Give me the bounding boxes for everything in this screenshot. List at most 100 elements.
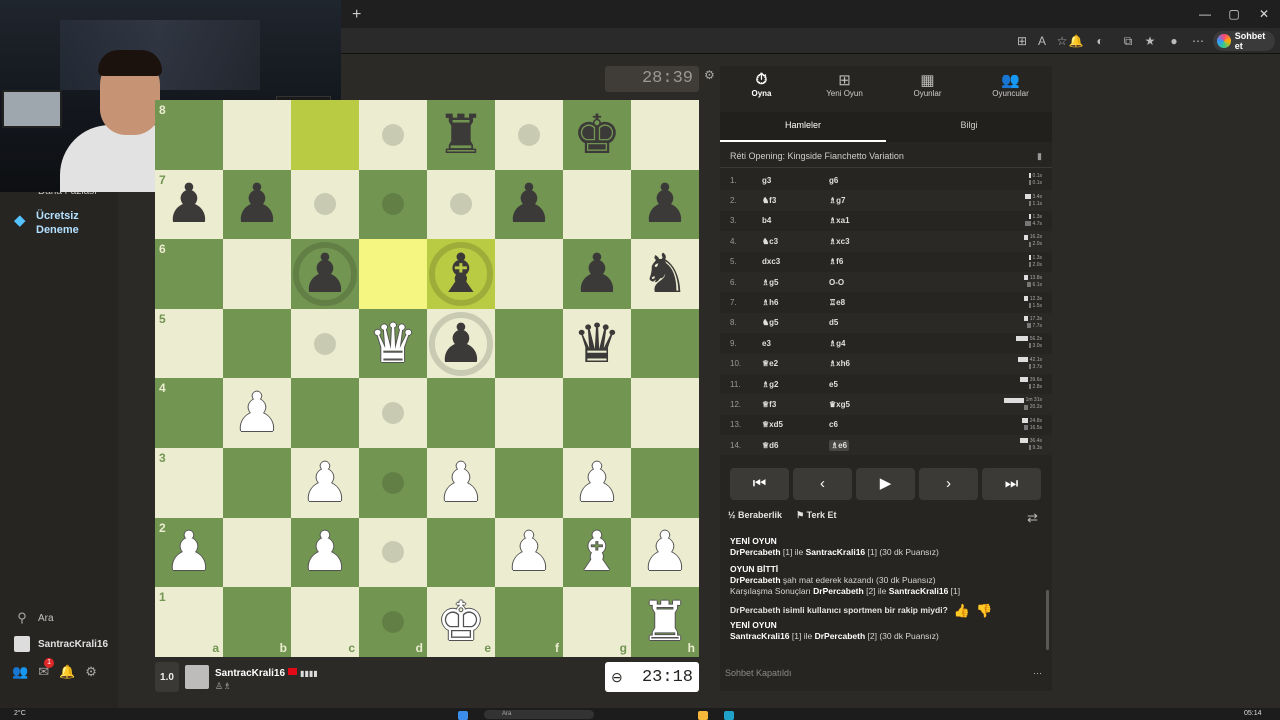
black-move[interactable]: c6 [829, 420, 896, 429]
square-e3[interactable]: ♟ [427, 447, 495, 518]
square-g2[interactable]: ♝ [563, 517, 631, 588]
free-trial-link[interactable]: ◆ Ücretsiz Deneme [14, 209, 114, 241]
close-window-icon[interactable]: ✕ [1255, 6, 1273, 22]
messages-icon[interactable]: ✉ 1 [38, 658, 55, 684]
white-pawn-piece[interactable]: ♟ [165, 525, 213, 579]
chat-user[interactable]: DrPercabeth [730, 547, 781, 557]
extension-icon[interactable]: ◐ [1092, 33, 1108, 49]
black-move[interactable]: O-O [829, 278, 896, 287]
thumbs-down-icon[interactable]: 👎 [976, 604, 992, 617]
white-move[interactable]: ♗g2 [762, 380, 829, 389]
white-bishop-piece[interactable]: ♝ [573, 525, 621, 579]
white-move[interactable]: g3 [762, 176, 829, 185]
square-d4[interactable] [359, 378, 427, 448]
square-c5[interactable] [291, 308, 359, 379]
square-e8[interactable]: ♜ [427, 100, 495, 170]
square-h7[interactable]: ♟ [631, 169, 699, 240]
square-b6[interactable] [223, 239, 291, 309]
chat-input[interactable]: Sohbet Kapatıldı ⋯ [720, 668, 1052, 688]
split-screen-icon[interactable]: ⧉ [1120, 33, 1136, 49]
square-g5[interactable]: ♛ [563, 308, 631, 379]
black-pawn-piece[interactable]: ♟ [573, 246, 621, 301]
square-c6[interactable]: ♟ [291, 239, 359, 309]
square-d1[interactable]: d [359, 587, 427, 657]
taskbar-search[interactable]: Ara [484, 710, 594, 719]
black-king-piece[interactable]: ♚ [573, 107, 621, 162]
chat-scrollbar[interactable] [1046, 590, 1049, 650]
profile-icon[interactable]: ● [1166, 33, 1182, 49]
black-move[interactable]: ♗xh6 [829, 359, 896, 368]
square-e1[interactable]: e ♚ [427, 587, 495, 657]
draw-button[interactable]: ½ Beraberlik [728, 510, 782, 526]
white-move[interactable]: ♞g5 [762, 318, 829, 327]
white-pawn-piece[interactable]: ♟ [301, 455, 349, 510]
square-e2[interactable] [427, 517, 495, 588]
tab-info[interactable]: Bilgi [886, 112, 1052, 142]
black-move[interactable]: ♗g4 [829, 339, 896, 348]
square-h3[interactable] [631, 447, 699, 518]
square-h6[interactable]: ♞ [631, 239, 699, 309]
previous-move-button[interactable]: ‹ [793, 468, 852, 500]
square-a4[interactable]: 4 [155, 378, 223, 448]
black-knight-piece[interactable]: ♞ [641, 246, 689, 301]
white-move[interactable]: ♞c3 [762, 237, 829, 246]
square-b7[interactable]: ♟ [223, 169, 291, 240]
black-move[interactable]: ♗g7 [829, 196, 896, 205]
notifications-icon[interactable]: 🔔 [59, 664, 75, 684]
black-pawn-piece[interactable]: ♟ [505, 177, 553, 231]
square-b3[interactable] [223, 447, 291, 518]
square-e7[interactable] [427, 169, 495, 240]
thumbs-up-icon[interactable]: 👍 [954, 604, 970, 617]
square-g3[interactable]: ♟ [563, 447, 631, 518]
tab-moves[interactable]: Hamleler [720, 112, 886, 142]
black-move[interactable]: ♛xg5 [829, 400, 896, 409]
chat-user[interactable]: SantracKrali16 [806, 547, 866, 557]
square-c7[interactable] [291, 169, 359, 240]
white-move[interactable]: ♕f3 [762, 400, 829, 409]
square-f6[interactable] [495, 239, 563, 309]
minimize-icon[interactable]: — [1196, 6, 1214, 22]
black-move[interactable]: d5 [829, 318, 896, 327]
square-g8[interactable]: ♚ [563, 100, 631, 170]
square-b8[interactable] [223, 100, 291, 170]
square-b4[interactable]: ♟ [223, 378, 291, 448]
square-f1[interactable]: f [495, 587, 563, 657]
square-g1[interactable]: g [563, 587, 631, 657]
square-b2[interactable] [223, 517, 291, 588]
white-pawn-piece[interactable]: ♟ [573, 455, 621, 510]
chess-board[interactable]: 8 ♜ ♚ 7 ♟ ♟ ♟ ♟ 6 ♟ ♝ ♟ ♞ 5 ♛ ♟ ♛ 4 ♟ 3 ♟ ♟ ♟ 2 ♟ ♟ ♟ ♝ ♟ 1 a b c d e ♚ f g h ♜ [155, 100, 699, 657]
friends-icon[interactable]: 👥 [12, 664, 28, 684]
black-queen-piece[interactable]: ♛ [573, 316, 621, 371]
square-f2[interactable]: ♟ [495, 517, 563, 588]
square-h2[interactable]: ♟ [631, 517, 699, 588]
settings-icon[interactable]: ⚙ [85, 664, 97, 684]
chat-user[interactable]: DrPercabeth [813, 586, 864, 596]
square-d6[interactable] [359, 239, 427, 309]
black-pawn-piece[interactable]: ♟ [233, 177, 281, 231]
white-queen-piece[interactable]: ♛ [369, 316, 417, 371]
read-aloud-icon[interactable]: A [1034, 33, 1050, 49]
square-d5[interactable]: ♛ [359, 308, 427, 379]
square-c3[interactable]: ♟ [291, 447, 359, 518]
square-c8[interactable] [291, 100, 359, 170]
square-d3[interactable] [359, 447, 427, 518]
start-icon[interactable] [458, 711, 468, 720]
square-f7[interactable]: ♟ [495, 169, 563, 240]
square-f3[interactable] [495, 447, 563, 518]
white-pawn-piece[interactable]: ♟ [437, 455, 485, 510]
square-c1[interactable]: c [291, 587, 359, 657]
white-move[interactable]: b4 [762, 216, 829, 225]
square-a3[interactable]: 3 [155, 447, 223, 518]
square-d2[interactable] [359, 517, 427, 588]
explorer-icon[interactable] [698, 711, 708, 720]
square-g4[interactable] [563, 378, 631, 448]
square-e6[interactable]: ♝ [427, 239, 495, 309]
square-a8[interactable]: 8 [155, 100, 223, 170]
square-e4[interactable] [427, 378, 495, 448]
tab-play[interactable]: ⏱ Oyna [720, 66, 803, 110]
white-move[interactable]: ♕xd5 [762, 420, 829, 429]
app-available-icon[interactable]: ⊞ [1014, 33, 1030, 49]
white-pawn-piece[interactable]: ♟ [233, 386, 281, 440]
white-move[interactable]: e3 [762, 339, 829, 348]
white-rook-piece[interactable]: ♜ [641, 594, 689, 649]
